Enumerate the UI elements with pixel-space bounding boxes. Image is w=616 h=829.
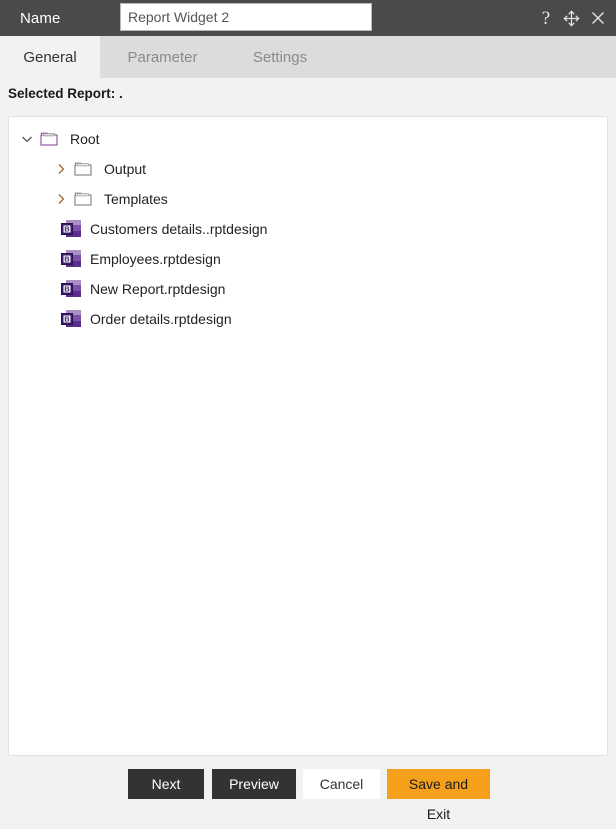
tab-parameter[interactable]: Parameter (100, 36, 225, 78)
close-x-icon[interactable] (590, 10, 606, 26)
header-icon-group: ? (539, 0, 606, 36)
report-tree-panel[interactable]: Root Output Templates B Customers detail… (8, 116, 608, 756)
tree-item-label: Output (104, 161, 147, 177)
svg-text:B: B (64, 224, 70, 233)
tab-settings-label: Settings (252, 48, 308, 66)
widget-name-input[interactable] (120, 3, 372, 31)
folder-icon (74, 191, 92, 207)
tab-settings[interactable]: Settings (225, 36, 335, 78)
tree-item-label: Customers details..rptdesign (90, 221, 268, 237)
tab-general-label: General (23, 48, 77, 66)
svg-text:B: B (64, 254, 70, 263)
tree-item-label: Templates (104, 191, 168, 207)
tree-item-file[interactable]: B Customers details..rptdesign (9, 214, 607, 244)
birt-report-file-icon: B (61, 309, 82, 329)
name-label: Name (20, 9, 61, 27)
save-and-exit-button[interactable]: Save and Exit (387, 769, 490, 822)
move-arrows-icon[interactable] (563, 9, 580, 27)
tree-item-file[interactable]: B New Report.rptdesign (9, 274, 607, 304)
tree-item-templates[interactable]: Templates (9, 184, 607, 214)
tree-item-root[interactable]: Root (9, 124, 607, 154)
dialog-footer: Next Preview Cancel Save and Exit (0, 769, 616, 822)
tab-general[interactable]: General (0, 36, 100, 78)
chevron-right-icon[interactable] (53, 191, 69, 207)
birt-report-file-icon: B (61, 219, 82, 239)
folder-icon (74, 161, 92, 177)
folder-icon (40, 131, 58, 147)
chevron-right-icon[interactable] (53, 161, 69, 177)
tree-item-label: New Report.rptdesign (90, 281, 226, 297)
tree-item-output[interactable]: Output (9, 154, 607, 184)
preview-button[interactable]: Preview (212, 769, 296, 799)
birt-report-file-icon: B (61, 249, 82, 269)
tree-item-file[interactable]: B Employees.rptdesign (9, 244, 607, 274)
dialog-header: Name ? (0, 0, 616, 36)
next-button[interactable]: Next (128, 769, 204, 799)
selected-report-label: Selected Report: . (8, 86, 123, 101)
birt-report-file-icon: B (61, 279, 82, 299)
cancel-button[interactable]: Cancel (303, 769, 380, 799)
svg-text:B: B (64, 284, 70, 293)
help-question-icon[interactable]: ? (539, 9, 553, 28)
tab-parameter-label: Parameter (127, 48, 198, 66)
svg-text:B: B (64, 314, 70, 323)
tree-item-label: Root (70, 131, 100, 147)
tree-item-label: Employees.rptdesign (90, 251, 221, 267)
chevron-down-icon[interactable] (19, 131, 35, 147)
tree-item-file[interactable]: B Order details.rptdesign (9, 304, 607, 334)
tree-item-label: Order details.rptdesign (90, 311, 232, 327)
tab-strip: General Parameter Settings (0, 36, 616, 78)
